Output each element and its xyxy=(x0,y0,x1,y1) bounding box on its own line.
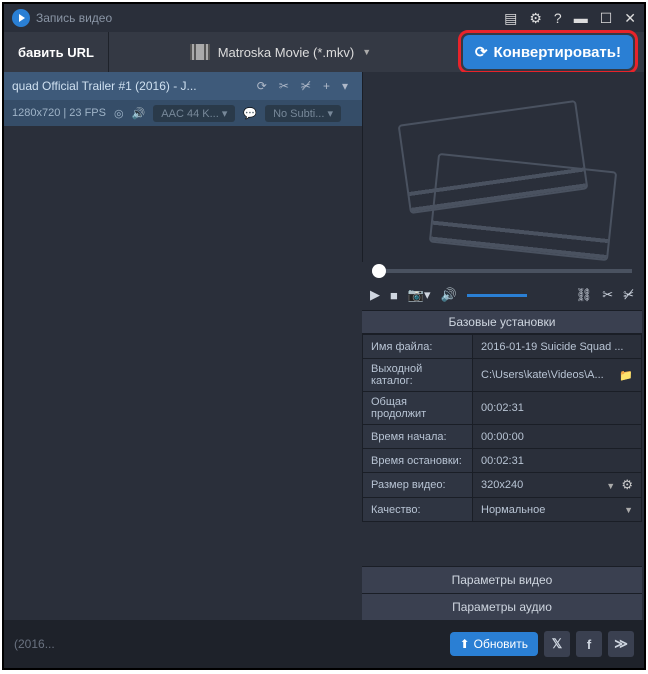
refresh-label: Обновить xyxy=(474,637,528,651)
file-title: quad Official Trailer #1 (2016) - J... xyxy=(12,79,251,93)
app-logo xyxy=(12,9,30,27)
gear-icon[interactable]: ⚙ xyxy=(529,10,542,27)
label-output: Выходной каталог: xyxy=(363,359,473,392)
label-quality: Качество: xyxy=(363,498,473,522)
subtitle-pill[interactable]: No Subti... ▾ xyxy=(265,105,341,122)
value-duration: 00:02:31 xyxy=(473,392,642,425)
gear-icon[interactable]: ⚙ xyxy=(621,477,633,492)
shuffle-icon[interactable]: ✂̸ xyxy=(623,287,634,303)
film-icon xyxy=(190,44,210,60)
label-stop: Время остановки: xyxy=(363,449,473,473)
value-output: C:\Users\kate\Videos\A... xyxy=(481,369,604,381)
resolution-label: 1280x720 | 23 FPS xyxy=(12,107,106,119)
add-icon[interactable]: + xyxy=(317,79,336,93)
camera-icon[interactable]: 📷▾ xyxy=(408,287,431,303)
status-text: (2016... xyxy=(14,637,55,651)
subtitle-icon[interactable]: 💬 xyxy=(243,107,257,120)
convert-highlight: ⟳ Конвертировать! xyxy=(458,30,638,74)
table-row: Общая продолжит00:02:31 xyxy=(363,392,642,425)
label-duration: Общая продолжит xyxy=(363,392,473,425)
convert-label: Конвертировать! xyxy=(493,44,621,61)
audio-pill[interactable]: AAC 44 K... ▾ xyxy=(153,105,235,122)
format-selector[interactable]: Matroska Movie (*.mkv) ▼ xyxy=(109,44,452,60)
help-icon[interactable]: ? xyxy=(554,10,562,27)
speaker-icon[interactable]: 🔊 xyxy=(132,107,146,120)
chevron-down-icon: ▼ xyxy=(606,481,615,491)
file-item-details: 1280x720 | 23 FPS ◎ 🔊 AAC 44 K... ▾ 💬 No… xyxy=(4,100,362,126)
fx-icon[interactable]: ✂̸ xyxy=(295,79,317,93)
twitter-icon[interactable]: 𝕏 xyxy=(544,631,570,657)
folder-icon[interactable]: 📁 xyxy=(619,369,633,382)
preview-area xyxy=(362,72,642,262)
target-icon[interactable]: ◎ xyxy=(114,107,124,120)
chevron-down-icon: ▼ xyxy=(362,47,371,57)
play-icon[interactable]: ▶ xyxy=(370,287,380,303)
collapse-icon[interactable]: ▾ xyxy=(336,79,354,93)
scissors-icon[interactable]: ✂ xyxy=(602,287,613,303)
table-row: Имя файла:2016-01-19 Suicide Squad ... xyxy=(363,335,642,359)
stop-icon[interactable]: ■ xyxy=(390,288,398,303)
table-row: Выходной каталог: C:\Users\kate\Videos\A.… xyxy=(363,359,642,392)
app-title: Запись видео xyxy=(36,11,112,25)
value-stop[interactable]: 00:02:31 xyxy=(473,449,642,473)
cut-icon[interactable]: ✂ xyxy=(273,79,295,93)
chevron-down-icon: ▼ xyxy=(624,505,633,515)
value-size: 320x240 xyxy=(481,479,523,491)
table-row: Размер видео: 320x240 ▼ ⚙ xyxy=(363,473,642,498)
settings-table: Имя файла:2016-01-19 Suicide Squad ... В… xyxy=(362,334,642,522)
refresh-button[interactable]: ⬆ Обновить xyxy=(450,632,538,656)
film-strip-icon xyxy=(429,153,617,261)
link-icon[interactable]: ⛓ xyxy=(576,287,593,303)
minimize-icon[interactable]: ▬ xyxy=(574,10,588,27)
maximize-icon[interactable]: ☐ xyxy=(600,10,613,27)
label-size: Размер видео: xyxy=(363,473,473,498)
refresh-icon: ⟳ xyxy=(475,43,488,61)
label-start: Время начала: xyxy=(363,425,473,449)
format-label: Matroska Movie (*.mkv) xyxy=(218,45,355,60)
audio-params-button[interactable]: Параметры аудио xyxy=(362,593,642,620)
slider-thumb[interactable] xyxy=(372,264,386,278)
facebook-icon[interactable]: f xyxy=(576,631,602,657)
list-icon[interactable]: ▤ xyxy=(504,10,517,27)
volume-slider[interactable] xyxy=(467,294,527,297)
add-url-label: бавить URL xyxy=(18,45,94,60)
upload-icon: ⬆ xyxy=(460,637,470,651)
label-filename: Имя файла: xyxy=(363,335,473,359)
value-quality: Нормальное xyxy=(481,504,545,516)
convert-button[interactable]: ⟳ Конвертировать! xyxy=(463,35,633,69)
value-start[interactable]: 00:00:00 xyxy=(473,425,642,449)
file-item-header[interactable]: quad Official Trailer #1 (2016) - J... ⟳… xyxy=(4,72,362,100)
value-filename[interactable]: 2016-01-19 Suicide Squad ... xyxy=(473,335,642,359)
settings-header: Базовые установки xyxy=(362,310,642,334)
add-url-button[interactable]: бавить URL xyxy=(4,32,109,72)
video-params-button[interactable]: Параметры видео xyxy=(362,566,642,593)
volume-icon[interactable]: 🔊 xyxy=(441,287,457,303)
reload-icon[interactable]: ⟳ xyxy=(251,79,273,93)
more-icon[interactable]: ≫ xyxy=(608,631,634,657)
table-row: Качество: Нормальное ▼ xyxy=(363,498,642,522)
close-icon[interactable]: ✕ xyxy=(624,10,636,27)
table-row: Время остановки:00:02:31 xyxy=(363,449,642,473)
seek-slider[interactable] xyxy=(362,262,642,280)
table-row: Время начала:00:00:00 xyxy=(363,425,642,449)
